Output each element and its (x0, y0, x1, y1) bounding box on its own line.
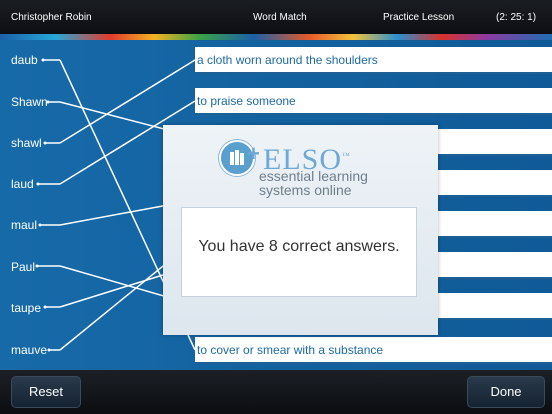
activity-title: Word Match (253, 12, 307, 23)
word-item[interactable]: laud (11, 177, 34, 191)
logo-plus: + (247, 141, 260, 166)
result-box: You have 8 correct answers. (181, 207, 417, 297)
results-dialog: + ELSO™ essential learning systems onlin… (163, 125, 438, 335)
word-dot (43, 305, 47, 309)
trademark: ™ (342, 151, 351, 160)
user-name: Christopher Robin (11, 12, 92, 23)
word-item[interactable]: taupe (11, 301, 41, 315)
word-item[interactable]: maul (11, 218, 37, 232)
top-bar: Christopher Robin Word Match Practice Le… (0, 0, 552, 34)
word-item[interactable]: Shawn (11, 95, 48, 109)
word-item[interactable]: shawl (11, 136, 42, 150)
done-button[interactable]: Done (467, 376, 545, 408)
tagline-line: systems online (259, 182, 352, 198)
bottom-bar: Reset Done (0, 370, 552, 414)
word-dot (35, 264, 39, 268)
word-item[interactable]: Paul (11, 260, 35, 274)
word-dot (36, 182, 40, 186)
word-dot (43, 141, 47, 145)
word-dot (47, 348, 51, 352)
lesson-type: Practice Lesson (383, 12, 455, 23)
word-item[interactable]: mauve (11, 343, 47, 357)
tagline: essential learning systems online (259, 169, 368, 197)
word-dot (41, 58, 45, 62)
tagline-line: essential learning (259, 168, 368, 184)
reset-button[interactable]: Reset (11, 376, 81, 408)
word-dot (38, 223, 42, 227)
timer: (2: 25: 1) (496, 12, 537, 23)
word-item[interactable]: daub (11, 53, 38, 67)
result-message: You have 8 correct answers. (198, 238, 400, 255)
